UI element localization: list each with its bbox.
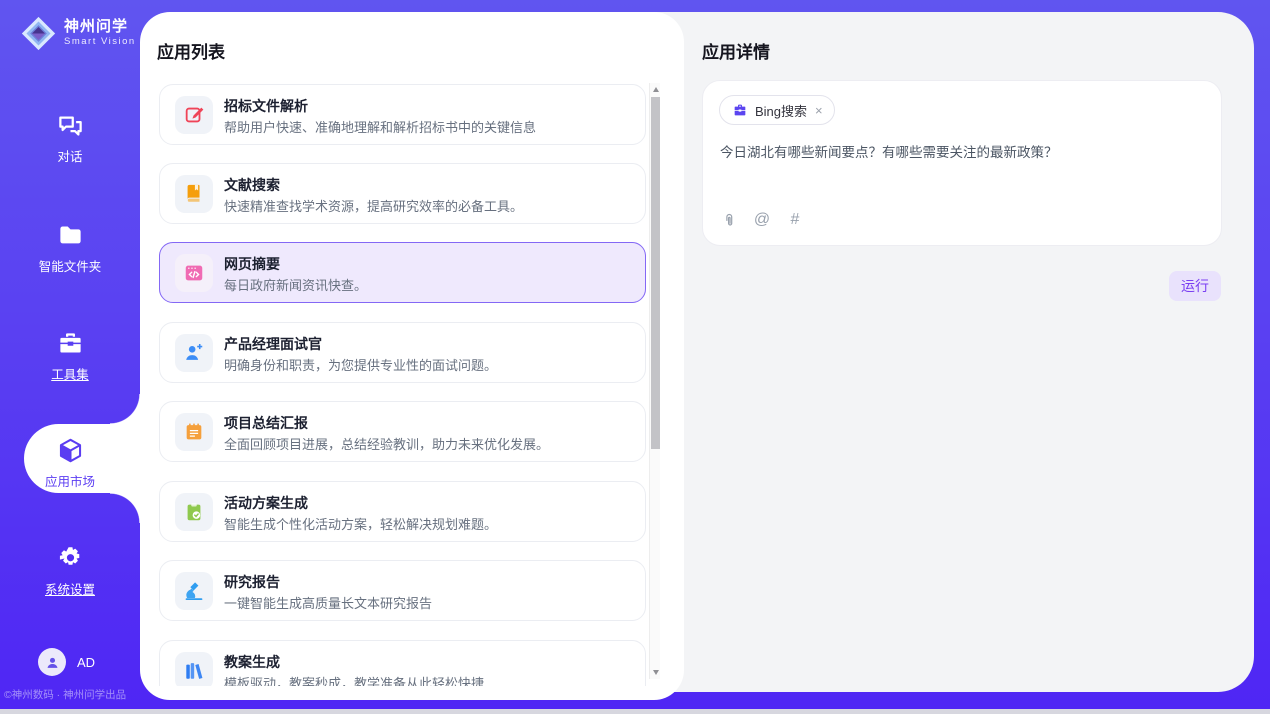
- scrollbar-thumb[interactable]: [651, 97, 660, 449]
- books-icon: [175, 652, 213, 686]
- app-detail-panel: 应用详情 Bing搜索 × 今日湖北有哪些新闻要点？有哪些需要关注的最新政策？ …: [684, 12, 1254, 692]
- toolbox-icon: [57, 330, 84, 357]
- app-card-name: 活动方案生成: [224, 493, 308, 513]
- app-card[interactable]: 文献搜索快速精准查找学术资源，提高研究效率的必备工具。: [159, 163, 646, 224]
- avatar: [38, 648, 66, 676]
- app-card-description: 快速精准查找学术资源，提高研究效率的必备工具。: [224, 196, 523, 215]
- briefcase-icon: [732, 102, 748, 118]
- tab-fillet-bottom: [110, 493, 140, 523]
- person-icon: [175, 334, 213, 372]
- app-card-description: 模板驱动，教案秒成，教学准备从此轻松快捷: [224, 673, 484, 686]
- microscope-icon: [175, 572, 213, 610]
- app-card-name: 招标文件解析: [224, 96, 308, 116]
- app-card[interactable]: 产品经理面试官明确身份和职责，为您提供专业性的面试问题。: [159, 322, 646, 383]
- book-icon: [175, 175, 213, 213]
- app-card[interactable]: 研究报告一键智能生成高质量长文本研究报告: [159, 560, 646, 621]
- cube-icon: [57, 437, 84, 464]
- app-list-panel: 应用列表 招标文件解析帮助用户快速、准确地理解和解析招标书中的关键信息文献搜索快…: [140, 12, 684, 700]
- sidebar-item-gear[interactable]: 系统设置: [0, 545, 140, 598]
- notepad-icon: [175, 413, 213, 451]
- brand-name: 神州问学: [64, 19, 136, 36]
- sidebar-item-label: 智能文件夹: [39, 256, 102, 275]
- clipboard-check-icon: [175, 493, 213, 531]
- close-icon[interactable]: ×: [814, 103, 824, 118]
- brand-diamond-logo-icon: [20, 15, 57, 52]
- app-card-description: 智能生成个性化活动方案，轻松解决规划难题。: [224, 514, 497, 533]
- app-card-description: 帮助用户快速、准确地理解和解析招标书中的关键信息: [224, 117, 536, 136]
- run-button[interactable]: 运行: [1169, 271, 1221, 301]
- sidebar-item-label: 应用市场: [45, 471, 95, 490]
- app-card-name: 研究报告: [224, 572, 280, 592]
- sidebar-item-cube[interactable]: 应用市场: [0, 437, 140, 490]
- app-card-name: 教案生成: [224, 652, 280, 672]
- composer-toolbar: @#: [720, 211, 804, 229]
- app-card-name: 项目总结汇报: [224, 413, 308, 433]
- sidebar-item-chat[interactable]: 对话: [0, 112, 140, 165]
- prompt-composer: Bing搜索 × 今日湖北有哪些新闻要点？有哪些需要关注的最新政策？ @#: [702, 80, 1222, 246]
- scroll-down-icon[interactable]: [650, 666, 661, 679]
- paperclip-icon[interactable]: [720, 211, 738, 229]
- app-card-list: 招标文件解析帮助用户快速、准确地理解和解析招标书中的关键信息文献搜索快速精准查找…: [140, 83, 684, 686]
- at-icon[interactable]: @: [753, 211, 771, 229]
- tool-tag-label: Bing搜索: [755, 101, 807, 120]
- app-card[interactable]: 网页摘要每日政府新闻资讯快查。: [159, 242, 646, 303]
- app-list-title: 应用列表: [157, 38, 225, 63]
- edit-doc-icon: [175, 96, 213, 134]
- copyright-text: ©神州数码 · 神州问学出品: [4, 687, 126, 702]
- app-card-description: 一键智能生成高质量长文本研究报告: [224, 593, 432, 612]
- gear-icon: [57, 545, 84, 572]
- app-card[interactable]: 教案生成模板驱动，教案秒成，教学准备从此轻松快捷: [159, 640, 646, 686]
- brand-subtitle: Smart Vision: [64, 37, 136, 47]
- sidebar-item-toolbox[interactable]: 工具集: [0, 330, 140, 383]
- app-card[interactable]: 活动方案生成智能生成个性化活动方案，轻松解决规划难题。: [159, 481, 646, 542]
- hash-icon[interactable]: #: [786, 211, 804, 229]
- app-card-description: 全面回顾项目进展，总结经验教训，助力未来优化发展。: [224, 434, 549, 453]
- app-card[interactable]: 项目总结汇报全面回顾项目进展，总结经验教训，助力未来优化发展。: [159, 401, 646, 462]
- chat-icon: [57, 112, 84, 139]
- folder-icon: [57, 222, 84, 249]
- tab-fillet-top: [110, 394, 140, 424]
- prompt-input[interactable]: 今日湖北有哪些新闻要点？有哪些需要关注的最新政策？: [720, 143, 1206, 203]
- app-window: 神州问学 Smart Vision 对话智能文件夹工具集应用市场系统设置 AD …: [0, 0, 1270, 714]
- user-label: AD: [77, 655, 95, 670]
- sidebar-item-label: 工具集: [51, 364, 89, 383]
- app-card-name: 文献搜索: [224, 175, 280, 195]
- user-account[interactable]: AD: [38, 648, 95, 676]
- app-card-name: 网页摘要: [224, 254, 280, 274]
- app-card-name: 产品经理面试官: [224, 334, 322, 354]
- scrollbar[interactable]: [649, 83, 660, 679]
- scroll-up-icon[interactable]: [650, 83, 661, 96]
- browser-code-icon: [175, 254, 213, 292]
- sidebar-item-label: 对话: [57, 146, 82, 165]
- brand: 神州问学 Smart Vision: [20, 12, 140, 54]
- app-card-description: 每日政府新闻资讯快查。: [224, 275, 367, 294]
- app-card-description: 明确身份和职责，为您提供专业性的面试问题。: [224, 355, 497, 374]
- app-detail-title: 应用详情: [702, 38, 770, 63]
- tool-tag-bing-search[interactable]: Bing搜索 ×: [719, 95, 835, 125]
- app-card[interactable]: 招标文件解析帮助用户快速、准确地理解和解析招标书中的关键信息: [159, 84, 646, 145]
- sidebar-item-label: 系统设置: [45, 579, 95, 598]
- sidebar-item-folder[interactable]: 智能文件夹: [0, 222, 140, 275]
